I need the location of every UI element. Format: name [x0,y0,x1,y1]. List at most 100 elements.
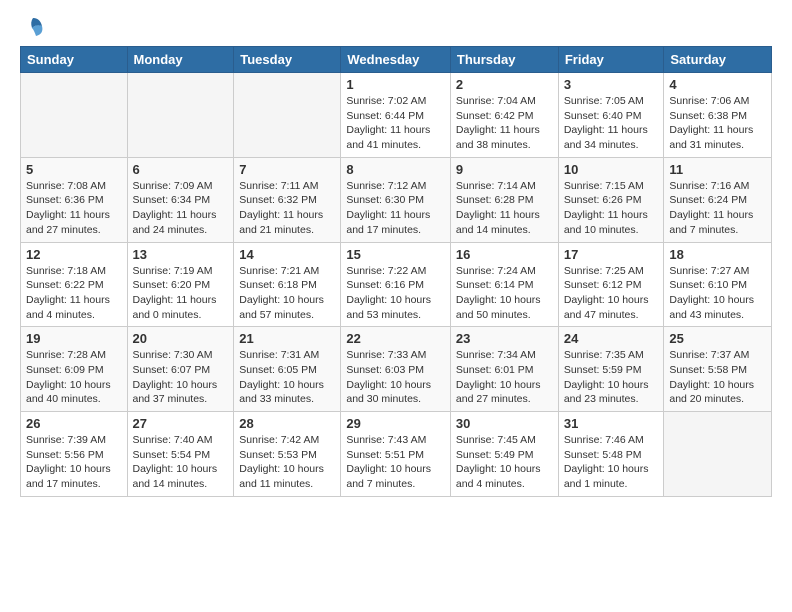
day-info: Sunrise: 7:08 AM Sunset: 6:36 PM Dayligh… [26,179,122,238]
day-info: Sunrise: 7:28 AM Sunset: 6:09 PM Dayligh… [26,348,122,407]
calendar-day: 8 Sunrise: 7:12 AM Sunset: 6:30 PM Daylig… [341,157,451,242]
calendar-week-row: 5 Sunrise: 7:08 AM Sunset: 6:36 PM Daylig… [21,157,772,242]
weekday-header-wednesday: Wednesday [341,47,451,73]
calendar-week-row: 26Sunrise: 7:39 AM Sunset: 5:56 PM Dayli… [21,412,772,497]
calendar-day: 2 Sunrise: 7:04 AM Sunset: 6:42 PM Daylig… [450,73,558,158]
calendar-week-row: 1 Sunrise: 7:02 AM Sunset: 6:44 PM Daylig… [21,73,772,158]
day-number: 14 [239,247,335,262]
logo [20,16,44,36]
calendar-day: 29 Sunrise: 7:43 AM Sunset: 5:51 PM Dayli… [341,412,451,497]
calendar-day: 14 Sunrise: 7:21 AM Sunset: 6:18 PM Dayli… [234,242,341,327]
calendar-day: 9 Sunrise: 7:14 AM Sunset: 6:28 PM Daylig… [450,157,558,242]
day-number: 22 [346,331,445,346]
calendar-day [21,73,128,158]
calendar-day: 25 Sunrise: 7:37 AM Sunset: 5:58 PM Dayli… [664,327,772,412]
day-info: Sunrise: 7:02 AM Sunset: 6:44 PM Dayligh… [346,94,445,153]
calendar-day: 13Sunrise: 7:19 AM Sunset: 6:20 PM Dayli… [127,242,234,327]
calendar-day: 30 Sunrise: 7:45 AM Sunset: 5:49 PM Dayli… [450,412,558,497]
day-number: 30 [456,416,553,431]
header [20,16,772,36]
day-number: 13 [133,247,229,262]
day-info: Sunrise: 7:14 AM Sunset: 6:28 PM Dayligh… [456,179,553,238]
day-info: Sunrise: 7:04 AM Sunset: 6:42 PM Dayligh… [456,94,553,153]
day-info: Sunrise: 7:40 AM Sunset: 5:54 PM Dayligh… [133,433,229,492]
day-info: Sunrise: 7:09 AM Sunset: 6:34 PM Dayligh… [133,179,229,238]
calendar-week-row: 12 Sunrise: 7:18 AM Sunset: 6:22 PM Dayli… [21,242,772,327]
day-info: Sunrise: 7:30 AM Sunset: 6:07 PM Dayligh… [133,348,229,407]
day-number: 2 [456,77,553,92]
weekday-header-tuesday: Tuesday [234,47,341,73]
calendar-day: 23 Sunrise: 7:34 AM Sunset: 6:01 PM Dayli… [450,327,558,412]
weekday-header-thursday: Thursday [450,47,558,73]
day-number: 6 [133,162,229,177]
weekday-header-row: SundayMondayTuesdayWednesdayThursdayFrid… [21,47,772,73]
calendar-week-row: 19 Sunrise: 7:28 AM Sunset: 6:09 PM Dayli… [21,327,772,412]
day-info: Sunrise: 7:43 AM Sunset: 5:51 PM Dayligh… [346,433,445,492]
day-info: Sunrise: 7:45 AM Sunset: 5:49 PM Dayligh… [456,433,553,492]
day-info: Sunrise: 7:33 AM Sunset: 6:03 PM Dayligh… [346,348,445,407]
day-number: 31 [564,416,659,431]
calendar-day: 5 Sunrise: 7:08 AM Sunset: 6:36 PM Daylig… [21,157,128,242]
calendar-table: SundayMondayTuesdayWednesdayThursdayFrid… [20,46,772,497]
day-number: 29 [346,416,445,431]
calendar-day: 12 Sunrise: 7:18 AM Sunset: 6:22 PM Dayli… [21,242,128,327]
weekday-header-saturday: Saturday [664,47,772,73]
calendar-day: 17 Sunrise: 7:25 AM Sunset: 6:12 PM Dayli… [558,242,664,327]
day-number: 19 [26,331,122,346]
day-info: Sunrise: 7:31 AM Sunset: 6:05 PM Dayligh… [239,348,335,407]
calendar-day: 19 Sunrise: 7:28 AM Sunset: 6:09 PM Dayli… [21,327,128,412]
calendar-day: 24 Sunrise: 7:35 AM Sunset: 5:59 PM Dayli… [558,327,664,412]
day-info: Sunrise: 7:24 AM Sunset: 6:14 PM Dayligh… [456,264,553,323]
calendar-day: 11Sunrise: 7:16 AM Sunset: 6:24 PM Dayli… [664,157,772,242]
day-info: Sunrise: 7:15 AM Sunset: 6:26 PM Dayligh… [564,179,659,238]
calendar-day: 6 Sunrise: 7:09 AM Sunset: 6:34 PM Daylig… [127,157,234,242]
calendar-day: 20Sunrise: 7:30 AM Sunset: 6:07 PM Dayli… [127,327,234,412]
calendar-day: 7 Sunrise: 7:11 AM Sunset: 6:32 PM Daylig… [234,157,341,242]
day-number: 17 [564,247,659,262]
day-info: Sunrise: 7:05 AM Sunset: 6:40 PM Dayligh… [564,94,659,153]
day-number: 11 [669,162,766,177]
day-info: Sunrise: 7:22 AM Sunset: 6:16 PM Dayligh… [346,264,445,323]
day-number: 8 [346,162,445,177]
calendar-day: 28 Sunrise: 7:42 AM Sunset: 5:53 PM Dayli… [234,412,341,497]
day-info: Sunrise: 7:35 AM Sunset: 5:59 PM Dayligh… [564,348,659,407]
day-info: Sunrise: 7:25 AM Sunset: 6:12 PM Dayligh… [564,264,659,323]
day-info: Sunrise: 7:06 AM Sunset: 6:38 PM Dayligh… [669,94,766,153]
calendar-day [234,73,341,158]
calendar-day [127,73,234,158]
page: SundayMondayTuesdayWednesdayThursdayFrid… [0,0,792,513]
calendar-day: 31Sunrise: 7:46 AM Sunset: 5:48 PM Dayli… [558,412,664,497]
weekday-header-friday: Friday [558,47,664,73]
calendar-day: 22 Sunrise: 7:33 AM Sunset: 6:03 PM Dayli… [341,327,451,412]
day-number: 21 [239,331,335,346]
day-number: 10 [564,162,659,177]
day-number: 28 [239,416,335,431]
day-info: Sunrise: 7:42 AM Sunset: 5:53 PM Dayligh… [239,433,335,492]
day-info: Sunrise: 7:12 AM Sunset: 6:30 PM Dayligh… [346,179,445,238]
day-number: 15 [346,247,445,262]
calendar-day: 27 Sunrise: 7:40 AM Sunset: 5:54 PM Dayli… [127,412,234,497]
day-number: 27 [133,416,229,431]
weekday-header-sunday: Sunday [21,47,128,73]
day-info: Sunrise: 7:18 AM Sunset: 6:22 PM Dayligh… [26,264,122,323]
day-info: Sunrise: 7:27 AM Sunset: 6:10 PM Dayligh… [669,264,766,323]
day-number: 25 [669,331,766,346]
calendar-day [664,412,772,497]
day-number: 12 [26,247,122,262]
day-info: Sunrise: 7:34 AM Sunset: 6:01 PM Dayligh… [456,348,553,407]
day-info: Sunrise: 7:11 AM Sunset: 6:32 PM Dayligh… [239,179,335,238]
day-number: 5 [26,162,122,177]
day-number: 24 [564,331,659,346]
day-number: 23 [456,331,553,346]
day-number: 7 [239,162,335,177]
day-info: Sunrise: 7:37 AM Sunset: 5:58 PM Dayligh… [669,348,766,407]
day-info: Sunrise: 7:39 AM Sunset: 5:56 PM Dayligh… [26,433,122,492]
calendar-day: 16Sunrise: 7:24 AM Sunset: 6:14 PM Dayli… [450,242,558,327]
day-info: Sunrise: 7:21 AM Sunset: 6:18 PM Dayligh… [239,264,335,323]
calendar-day: 10 Sunrise: 7:15 AM Sunset: 6:26 PM Dayli… [558,157,664,242]
calendar-day: 21 Sunrise: 7:31 AM Sunset: 6:05 PM Dayli… [234,327,341,412]
calendar-day: 15 Sunrise: 7:22 AM Sunset: 6:16 PM Dayli… [341,242,451,327]
day-number: 9 [456,162,553,177]
day-number: 1 [346,77,445,92]
calendar-day: 4Sunrise: 7:06 AM Sunset: 6:38 PM Daylig… [664,73,772,158]
